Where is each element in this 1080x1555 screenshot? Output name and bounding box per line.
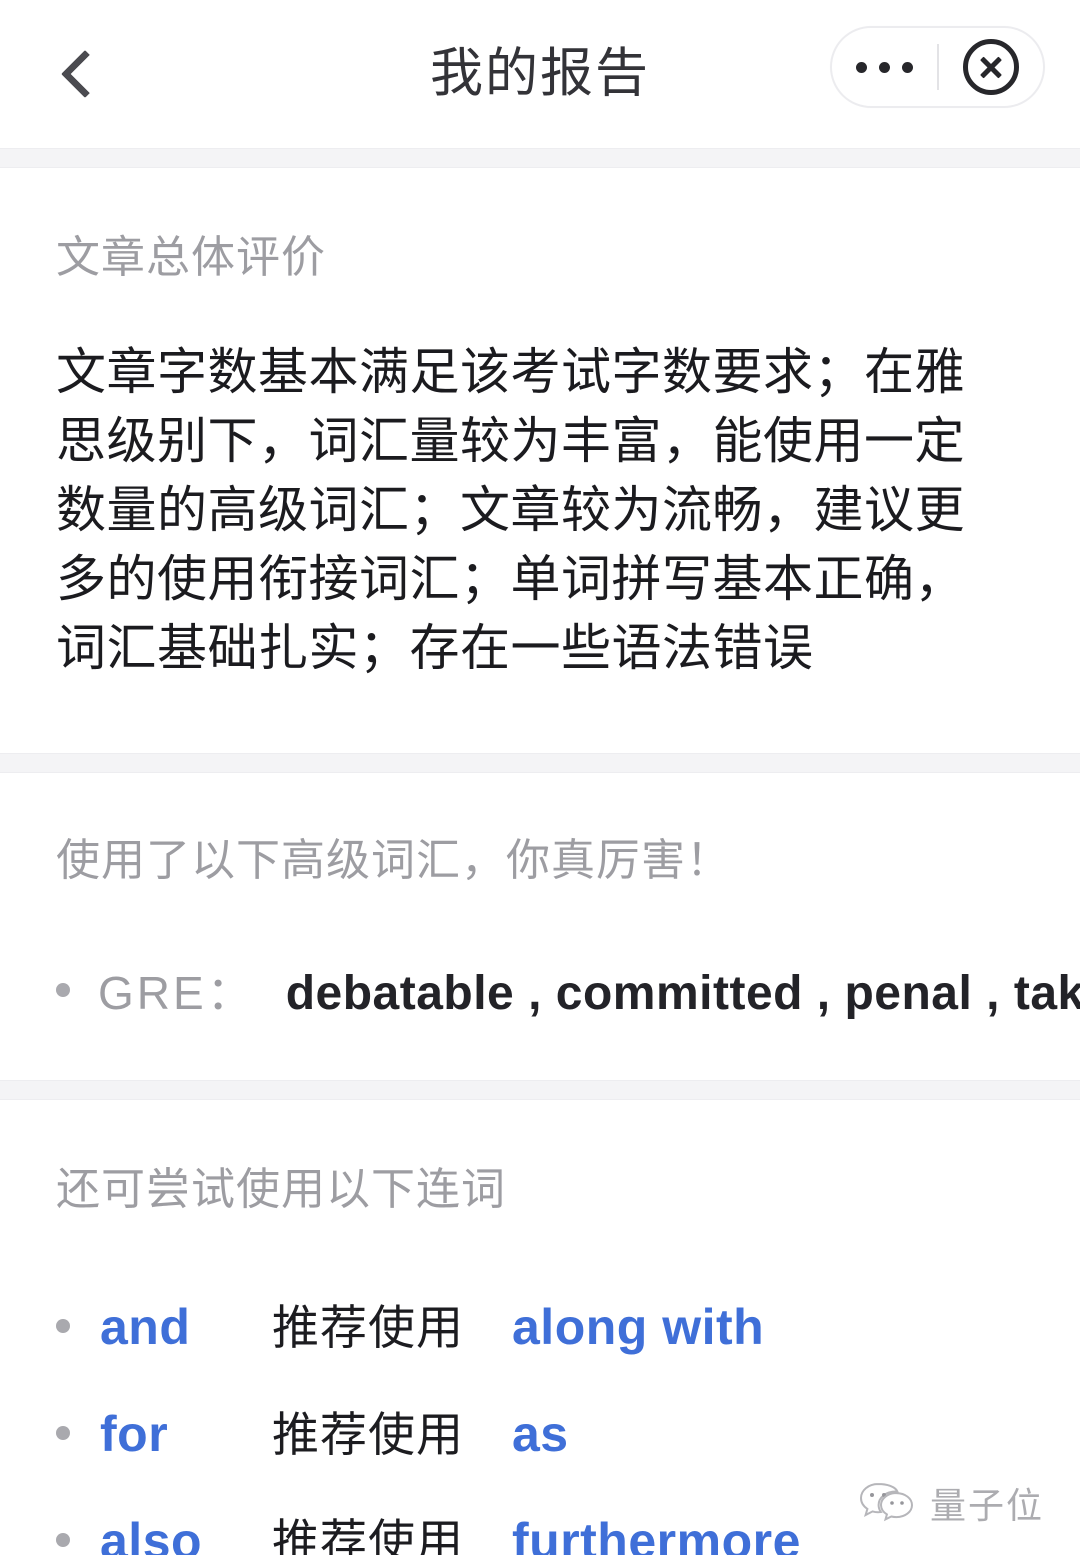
conjunction-recommend-label: 推荐使用: [272, 1408, 464, 1461]
navigation-bar: 我的报告: [0, 0, 1080, 148]
conjunction-recommend-label: 推荐使用: [272, 1515, 464, 1555]
advanced-vocabulary-heading: 使用了以下高级词汇，你真厉害！: [56, 836, 731, 885]
ellipsis-icon-dot: [878, 61, 890, 73]
vocabulary-words: debatable , committed , penal , taking: [285, 967, 1080, 1020]
bullet-icon: [56, 983, 70, 997]
table-row: and 推荐使用 along with: [56, 1296, 1024, 1359]
conjunction-suggestions-heading: 还可尝试使用以下连词: [56, 1165, 506, 1214]
list-item: GRE： debatable , committed , penal , tak…: [56, 963, 1080, 1024]
conjunction-original-word[interactable]: and: [100, 1296, 272, 1358]
table-row: for 推荐使用 as: [56, 1403, 1024, 1466]
ellipsis-icon-dot: [901, 61, 913, 73]
wechat-capsule: [830, 26, 1045, 108]
conjunction-suggested-word[interactable]: along with: [512, 1296, 764, 1358]
watermark-text: 量子位: [929, 1484, 1044, 1526]
bullet-icon: [56, 1319, 70, 1333]
more-options-button[interactable]: [832, 61, 937, 73]
ellipsis-icon-dot: [855, 61, 867, 73]
advanced-vocabulary-section: 使用了以下高级词汇，你真厉害！ GRE： debatable , committ…: [0, 773, 1080, 1080]
wechat-bubbles-icon: [858, 1480, 916, 1531]
conjunction-recommend-label: 推荐使用: [272, 1301, 464, 1354]
bullet-icon: [56, 1533, 70, 1547]
conjunction-original-word[interactable]: for: [100, 1403, 272, 1465]
close-button[interactable]: [939, 39, 1044, 95]
overall-evaluation-text: 文章字数基本满足该考试字数要求；在雅思级别下，词汇量较为丰富，能使用一定数量的高…: [56, 344, 965, 676]
watermark: 量子位: [858, 1480, 1044, 1531]
overall-evaluation-section: 文章总体评价 文章字数基本满足该考试字数要求；在雅思级别下，词汇量较为丰富，能使…: [0, 168, 1080, 753]
conjunction-suggested-word[interactable]: as: [512, 1403, 569, 1465]
conjunction-original-word[interactable]: also: [100, 1510, 272, 1555]
section-divider: [0, 753, 1080, 773]
section-divider: [0, 148, 1080, 168]
bullet-icon: [56, 1426, 70, 1440]
vocabulary-level-label: GRE：: [98, 967, 256, 1019]
overall-evaluation-heading: 文章总体评价: [56, 233, 326, 282]
close-circle-icon: [962, 39, 1019, 95]
conjunction-suggested-word[interactable]: furthermore: [512, 1510, 801, 1555]
section-divider: [0, 1080, 1080, 1100]
